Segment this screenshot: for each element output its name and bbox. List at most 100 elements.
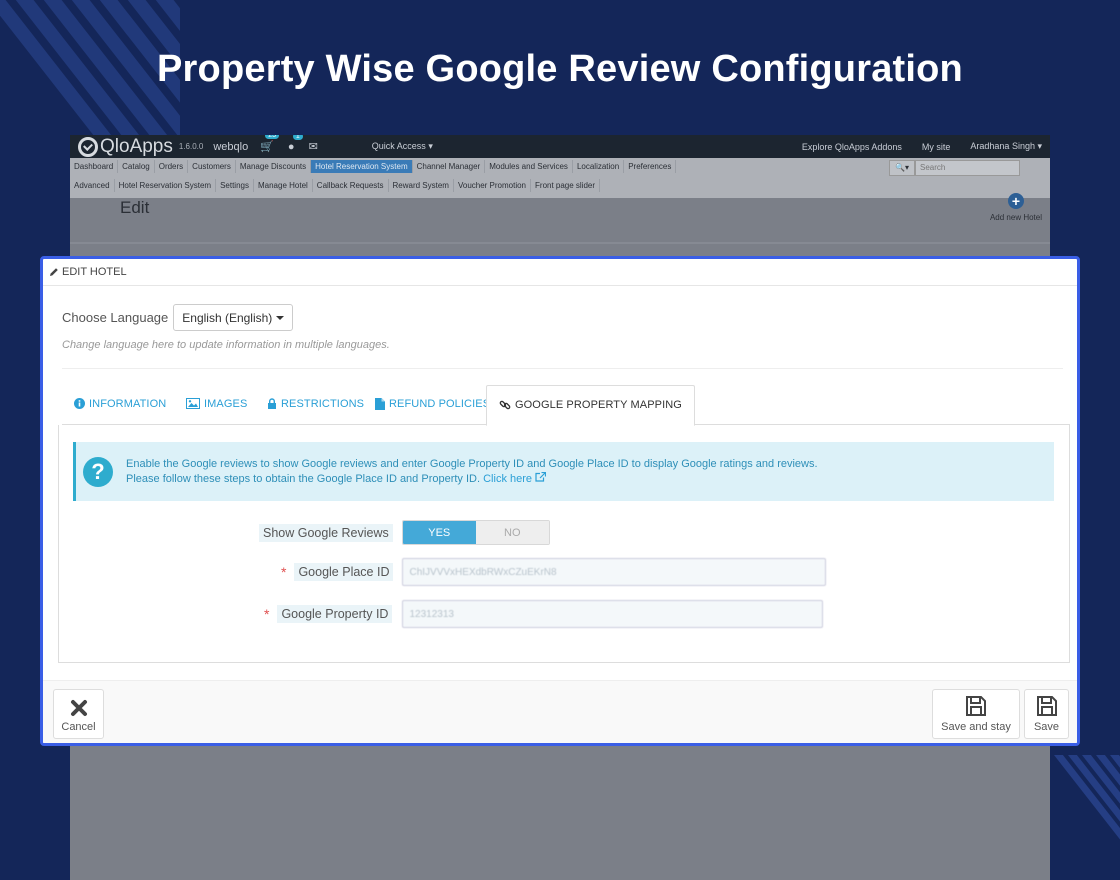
admin-menu-item[interactable]: Modules and Services [485, 160, 573, 173]
tab-bar: INFORMATION IMAGES RESTRICTIONS REFUND P… [62, 385, 1070, 426]
tab-refund-policies[interactable]: REFUND POLICIES [375, 385, 490, 425]
place-id-input[interactable]: ChIJVVVxHEXdbRWxCZuEKrN8 [402, 558, 827, 586]
tab-label: GOOGLE PROPERTY MAPPING [515, 399, 682, 411]
admin-topbar: QloApps 1.6.0.0 webqlo 🛒 23 ● 1 ✉ Quick Ac… [70, 135, 1050, 158]
save-and-stay-label: Save and stay [941, 721, 1011, 733]
language-help-text: Change language here to update informati… [62, 339, 390, 351]
admin-menu-item[interactable]: Hotel Reservation System [115, 179, 217, 192]
admin-menu-item[interactable]: Dashboard [70, 160, 119, 173]
floppy-disk-icon [966, 696, 986, 716]
logo-check-icon [78, 136, 98, 157]
menu-row-primary: Dashboard Catalog Orders Customers Manage Di… [70, 160, 677, 173]
quick-access-label: Quick Access [371, 141, 426, 151]
property-id-row: * Google Property ID 12312313 [264, 600, 824, 628]
toggle-yes[interactable]: YES [402, 521, 476, 544]
cancel-label: Cancel [61, 721, 96, 733]
cart-icon[interactable]: 🛒 23 [260, 135, 279, 153]
save-and-stay-button[interactable]: Save and stay [932, 689, 1020, 739]
user-icon[interactable]: ● 1 [288, 135, 303, 153]
admin-search: 🔍▾ Search [889, 160, 1020, 176]
panel-title: EDIT HOTEL [62, 266, 127, 278]
pencil-icon [50, 268, 58, 276]
cancel-button[interactable]: Cancel [53, 689, 104, 739]
admin-menu-item[interactable]: Reward System [389, 179, 454, 192]
tab-google-property-mapping[interactable]: GOOGLE PROPERTY MAPPING [486, 385, 695, 426]
admin-menu-item[interactable]: Callback Requests [313, 179, 389, 192]
admin-menu-item[interactable]: Localization [573, 160, 625, 173]
alert-line-2: Please follow these steps to obtain the … [126, 471, 818, 487]
tab-content-google-mapping: ? Enable the Google reviews to show Goog… [58, 425, 1070, 663]
admin-menu-item[interactable]: Channel Manager [413, 160, 486, 173]
language-dropdown[interactable]: English (English) [173, 304, 294, 331]
admin-menu-item[interactable]: Preferences [624, 160, 677, 173]
property-id-input[interactable]: 12312313 [402, 600, 824, 628]
panel-header: EDIT HOTEL [43, 259, 1077, 286]
admin-page-heading: Edit [120, 198, 150, 217]
user-name: Aradhana Singh [970, 141, 1035, 151]
image-icon [186, 398, 200, 409]
link-icon [499, 400, 511, 410]
alert-text: Enable the Google reviews to show Google… [126, 457, 818, 487]
tab-label: INFORMATION [89, 398, 167, 410]
menu-row-secondary: Advanced Hotel Reservation System Settings… [70, 179, 601, 192]
question-circle-icon: ? [83, 456, 113, 487]
tab-label: REFUND POLICIES [389, 398, 491, 410]
lock-icon [268, 398, 276, 409]
tab-images[interactable]: IMAGES [186, 385, 247, 425]
panel-footer: Cancel Save and stay Save [43, 680, 1077, 743]
orders-badge: 23 [265, 135, 279, 139]
place-id-label: Google Place ID [294, 563, 394, 581]
tab-restrictions[interactable]: RESTRICTIONS [267, 385, 364, 425]
hero-title: Property Wise Google Review Configuratio… [157, 48, 963, 90]
shop-name-link[interactable]: webqlo [213, 141, 248, 153]
tab-label: IMAGES [204, 398, 248, 410]
language-value: English (English) [182, 310, 273, 325]
info-alert: ? Enable the Google reviews to show Goog… [73, 442, 1054, 501]
search-scope-button[interactable]: 🔍▾ [889, 160, 915, 176]
alert-line-2-text: Please follow these steps to obtain the … [126, 472, 481, 485]
external-link-icon [535, 471, 547, 482]
info-icon [74, 398, 85, 409]
version-label: 1.6.0.0 [178, 142, 204, 151]
property-id-label: Google Property ID [277, 605, 393, 623]
admin-menu-item[interactable]: Customers [188, 160, 236, 173]
admin-menu-item[interactable]: Hotel Reservation System [311, 160, 413, 173]
plus-circle-icon: + [1007, 193, 1024, 209]
admin-search-input[interactable]: Search [915, 160, 1020, 176]
my-site-link[interactable]: My site [922, 142, 951, 152]
admin-menu-item[interactable]: Manage Discounts [236, 160, 312, 173]
close-icon [70, 700, 87, 716]
admin-menu-item[interactable]: Catalog [118, 160, 155, 173]
save-button[interactable]: Save [1024, 689, 1069, 739]
tab-information[interactable]: INFORMATION [74, 385, 166, 425]
qloapps-logo[interactable]: QloApps [78, 136, 173, 158]
show-reviews-switch[interactable]: YES NO [401, 520, 550, 545]
required-mark: * [264, 606, 270, 622]
language-label: Choose Language [62, 310, 169, 325]
admin-menu-item[interactable]: Manage Hotel [254, 179, 313, 192]
quick-access-menu[interactable]: Quick Access ▾ [372, 141, 433, 152]
admin-menu-item[interactable]: Front page slider [531, 179, 601, 192]
envelope-icon[interactable]: ✉ [309, 140, 318, 153]
brand-name: QloApps [100, 135, 173, 157]
alert-line-1: Enable the Google reviews to show Google… [126, 457, 818, 470]
show-reviews-label: Show Google Reviews [259, 523, 393, 542]
explore-addons-link[interactable]: Explore QloApps Addons [802, 142, 902, 152]
customers-badge: 1 [292, 135, 303, 140]
toggle-no[interactable]: NO [475, 521, 549, 544]
divider [62, 368, 1063, 369]
admin-menu-item[interactable]: Voucher Promotion [454, 179, 532, 192]
save-label: Save [1033, 721, 1060, 733]
admin-menu-item[interactable]: Orders [155, 160, 189, 173]
click-here-link[interactable]: Click here [483, 471, 547, 485]
edit-hotel-panel: EDIT HOTEL Choose Language English (Engl… [40, 256, 1080, 746]
tab-label: RESTRICTIONS [281, 398, 365, 410]
caret-down-icon [276, 315, 285, 320]
user-menu[interactable]: Aradhana Singh ▾ [970, 141, 1042, 152]
language-row: Choose Language English (English) [62, 304, 294, 331]
decorative-stripes-bottom-right [1050, 755, 1120, 845]
admin-menu-item[interactable]: Settings [216, 179, 254, 192]
add-new-hotel-button[interactable]: + Add new Hotel [990, 193, 1042, 222]
admin-menu-item[interactable]: Advanced [70, 179, 115, 192]
place-id-row: * Google Place ID ChIJVVVxHEXdbRWxCZuEKr… [281, 558, 827, 586]
